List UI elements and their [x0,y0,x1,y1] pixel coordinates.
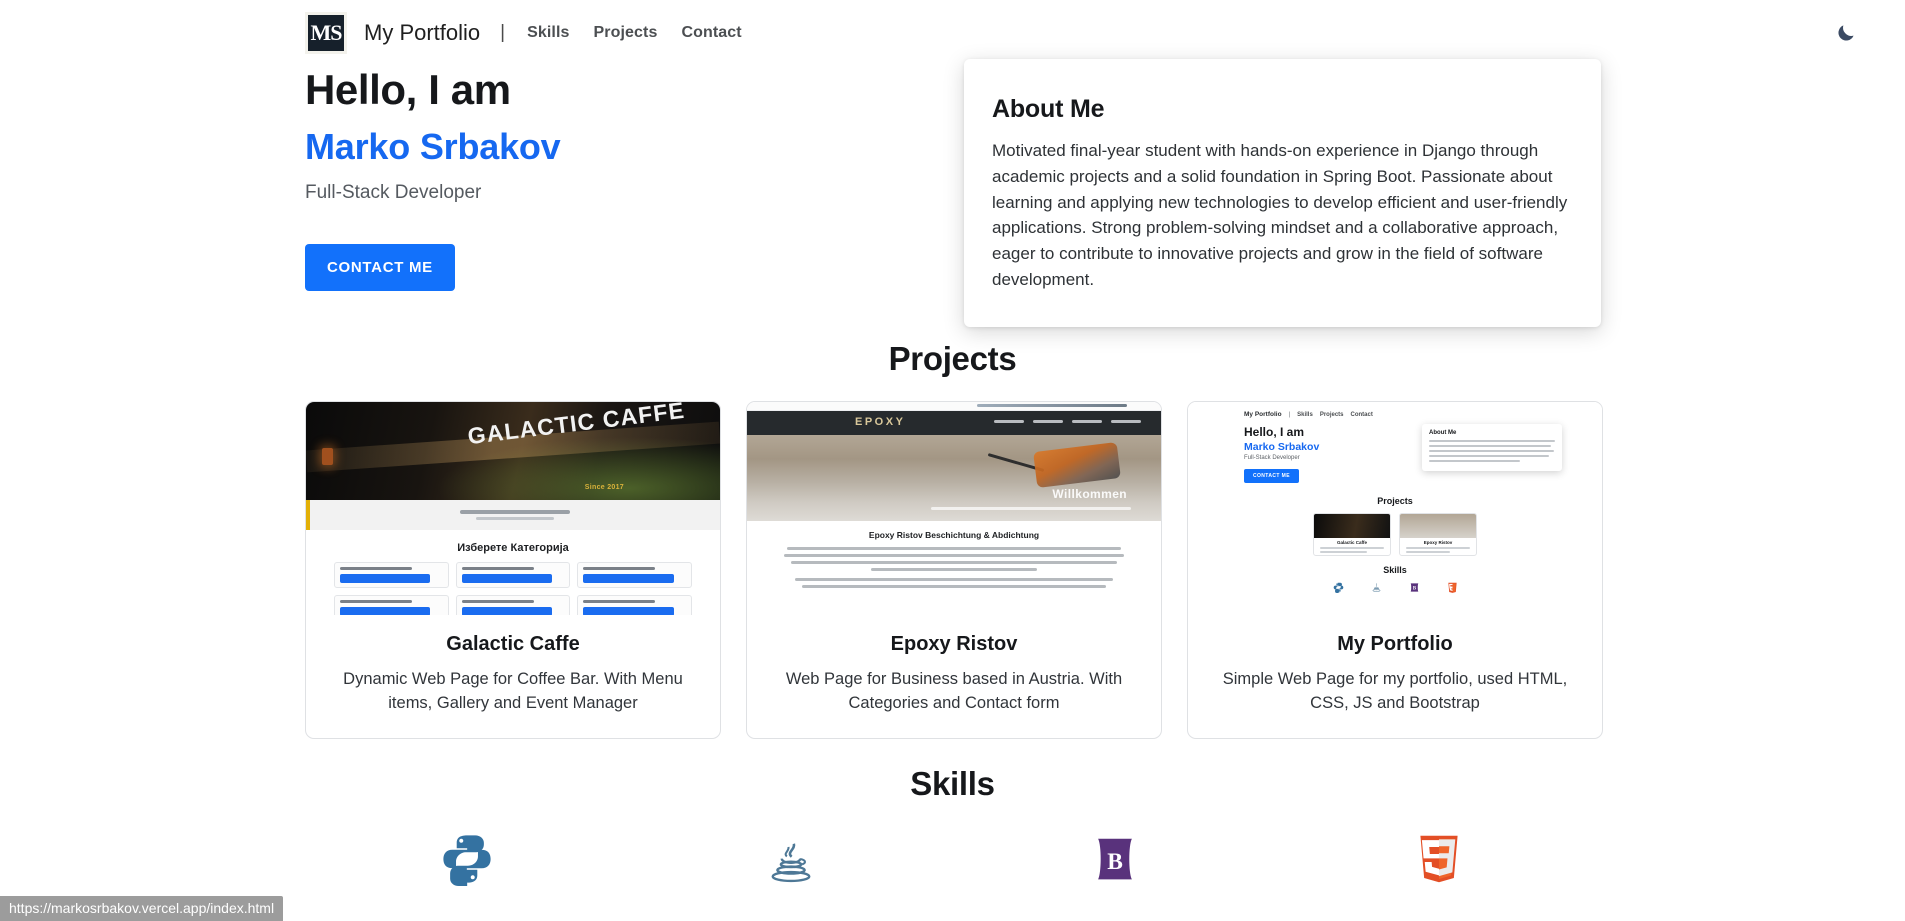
thumb-about-title: About Me [1429,430,1457,436]
python-icon [442,835,491,886]
html5-icon [1419,835,1458,883]
thumb-lamp [322,448,333,465]
thumb-navlink: Skills [1297,411,1313,418]
thumb-portfolio-page: My Portfolio | Skills Projects Contact H… [1188,402,1602,615]
thumb-quote-strip [306,500,720,530]
thumb-hero-text: Willkommen [1052,487,1127,501]
logo-text: MS [310,20,343,45]
thumb-tile [455,562,571,588]
thumb-navlink: Projects [1319,411,1344,418]
bootstrap-icon: B [1410,583,1418,592]
thumb-tile [334,595,449,615]
nav-separator: | [500,22,506,43]
project-card-my-portfolio[interactable]: My Portfolio | Skills Projects Contact H… [1187,401,1603,739]
java-icon [771,843,810,883]
java-icon [1371,583,1381,592]
project-description: Web Page for Business based in Austria. … [785,670,1123,712]
project-title: Galactic Caffe [446,633,580,655]
thumb-navlink: Contact [1350,411,1373,418]
project-description: Simple Web Page for my portfolio, used H… [1222,670,1568,712]
project-thumbnail-epoxy-ristov: EPOXY Willkommen Epoxy Ristov Beschichtu… [747,402,1161,615]
project-card-epoxy-ristov[interactable]: EPOXY Willkommen Epoxy Ristov Beschichtu… [746,401,1162,739]
thumb-hero-banner: GALACTIC CAFFE Since 2017 [306,402,720,500]
skills-section-title: Skills [910,765,995,802]
thumb-category-area: Изберете Категорија [306,530,720,615]
project-thumbnail-my-portfolio: My Portfolio | Skills Projects Contact H… [1188,402,1602,615]
skill-item-java[interactable] [629,832,953,886]
thumb-section-text: Epoxy Ristov Beschichtung & Abdichtung [747,521,1161,588]
nav-link-projects[interactable]: Projects [594,24,658,42]
skill-item-html5[interactable] [1277,832,1601,886]
contact-me-button[interactable]: CONTACT ME [305,243,455,291]
brand-title[interactable]: My Portfolio [364,20,480,46]
status-bar-url: https://markosrbakov.vercel.app/index.ht… [0,896,284,921]
thumb-tile [334,562,449,588]
hero-text-block: Hello, I am Marko Srbakov Full-Stack Dev… [305,66,945,291]
python-icon [1333,582,1343,593]
project-description: Dynamic Web Page for Coffee Bar. With Me… [343,670,683,712]
thumb-projects-row: Galactic Caffe Epoxy Ristov [1188,513,1602,556]
project-card-body: Epoxy Ristov Web Page for Business based… [747,615,1161,738]
brand-area[interactable]: MS My Portfolio [305,12,480,54]
thumb-navlinks [994,420,1141,423]
page-root: MS My Portfolio | Skills Projects Contac… [0,0,1905,921]
thumb-project-title: Galactic Caffe [1336,540,1367,545]
thumb-about-card: About Me [1422,424,1562,471]
thumb-navbar: EPOXY [747,411,1161,435]
project-title: My Portfolio [1337,633,1453,655]
thumb-projects-title: Projects [1377,496,1413,506]
about-me-title: About Me [992,95,1105,123]
nav-links: Skills Projects Contact [527,24,742,42]
thumb-project-card: Epoxy Ristov [1399,513,1477,556]
bootstrap-icon: B [1097,838,1132,880]
nav-link-skills[interactable]: Skills [527,24,569,42]
project-card-body: My Portfolio Simple Web Page for my port… [1188,615,1602,738]
thumb-skills-title: Skills [1383,565,1407,575]
nav-link-contact[interactable]: Contact [681,24,741,42]
project-thumbnail-galactic-caffe: GALACTIC CAFFE Since 2017 Изберете Катег… [306,402,720,615]
thumb-tile [577,562,692,588]
hero-greeting: Hello, I am [305,66,511,113]
thumb-project-title: Epoxy Ristov [1423,540,1453,545]
thumb-tile [577,595,692,615]
thumb-brand: My Portfolio [1244,411,1282,418]
theme-toggle-button[interactable] [1785,0,1905,66]
thumb-roller [1033,442,1121,488]
thumb-line [476,517,554,520]
projects-section-title: Projects [888,340,1017,377]
skills-row: B [0,832,1905,886]
hero-role: Full-Stack Developer [305,181,482,203]
skill-item-python[interactable] [305,832,629,886]
thumb-brand: EPOXY [855,416,906,428]
about-me-card: About Me Motivated final-year student wi… [964,59,1601,327]
thumb-skills-icons: B [1188,582,1602,593]
thumb-category-heading: Изберете Категорија [457,542,569,554]
thumb-tile [455,595,571,615]
hero-name: Marko Srbakov [305,126,561,168]
thumb-line [460,510,570,514]
projects-row: GALACTIC CAFFE Since 2017 Изберете Катег… [305,401,1603,739]
thumb-project-card: Galactic Caffe [1313,513,1391,556]
svg-text:B: B [1107,849,1123,875]
project-card-galactic-caffe[interactable]: GALACTIC CAFFE Since 2017 Изберете Катег… [305,401,721,739]
thumb-separator: | [1288,411,1291,418]
thumb-hero-subline [931,507,1131,510]
thumb-navbar: My Portfolio | Skills Projects Contact [1244,411,1602,418]
site-navbar: MS My Portfolio | Skills Projects Contac… [0,0,1905,66]
skill-item-bootstrap[interactable]: B [953,832,1277,886]
thumb-section-heading: Epoxy Ristov Beschichtung & Abdichtung [868,530,1040,540]
thumb-since-text: Since 2017 [584,484,624,491]
thumb-hero-image: Willkommen [747,435,1161,521]
thumb-category-grid [306,562,720,615]
project-title: Epoxy Ristov [890,633,1018,655]
thumb-topbar [747,402,1161,411]
thumb-cta-button: CONTACT ME [1244,469,1299,483]
about-me-text: Motivated final-year student with hands-… [992,141,1568,290]
project-card-body: Galactic Caffe Dynamic Web Page for Coff… [306,615,720,738]
html5-icon [1447,582,1457,593]
ms-monogram-icon[interactable]: MS [305,12,347,54]
moon-icon [1837,24,1854,41]
